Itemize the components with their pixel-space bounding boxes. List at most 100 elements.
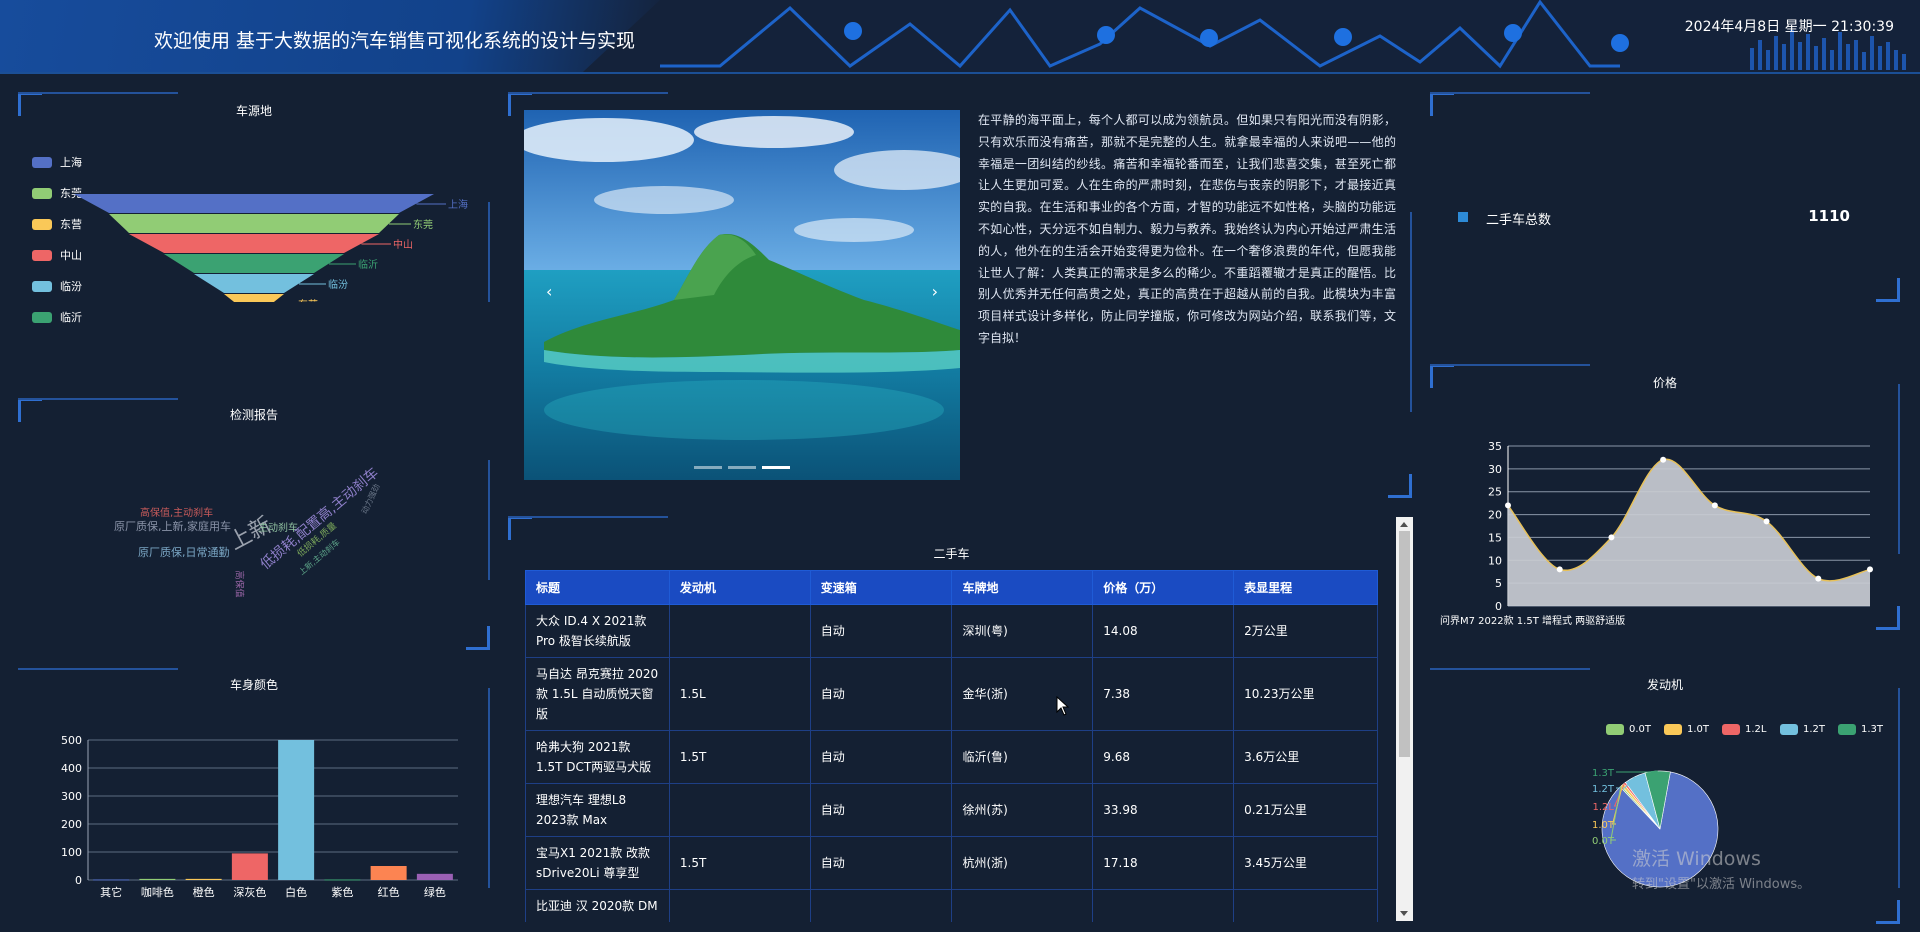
table-cell: 自动 (809, 836, 953, 890)
bar[interactable] (231, 853, 268, 880)
table-cell: 10.23万公里 (1233, 657, 1378, 731)
table-cell: 马自达 昂克赛拉 2020款 1.5L 自动质悦天窗版 (525, 657, 670, 731)
bar[interactable] (416, 873, 453, 880)
table-header-cell[interactable]: 变速箱 (809, 570, 953, 605)
bar[interactable] (324, 879, 361, 881)
scroll-up-arrow-icon[interactable] (1400, 522, 1408, 527)
y-tick-label: 15 (1488, 531, 1502, 544)
price-point[interactable] (1763, 518, 1770, 525)
price-point[interactable] (1660, 456, 1667, 463)
price-point[interactable] (1815, 575, 1822, 582)
report-panel: 检测报告 高保值,主动刹车 原厂质保,上新,家庭用车 上新 主动刹车 原厂质保,日常通勤… (18, 398, 490, 650)
report-panel-title: 检测报告 (229, 408, 278, 422)
y-tick-label: 200 (61, 818, 82, 831)
funnel-segment[interactable] (129, 234, 379, 253)
funnel-label: 东莞 (413, 218, 433, 231)
carousel-indicator[interactable] (728, 466, 756, 469)
price-point[interactable] (1505, 502, 1511, 509)
datetime-clock: 2024年4月8日 星期一 21:30:39 (1684, 19, 1894, 35)
carousel-next-button[interactable]: › (932, 282, 938, 301)
source-legend-item[interactable]: 临沂 (32, 309, 82, 325)
table-cell: 33.98 (1092, 783, 1235, 837)
price-point[interactable] (1867, 566, 1873, 573)
bar[interactable] (93, 879, 130, 881)
intro-paragraph: 在平静的海平面上，每个人都可以成为领航员。但如果只有阳光而没有阴影，只有欢乐而没… (978, 113, 1396, 345)
bar[interactable] (278, 740, 315, 880)
table-cell: 1.5T (668, 730, 811, 784)
funnel-segment[interactable] (109, 214, 399, 233)
table-cell: 自动 (809, 604, 953, 658)
body-color-bar-chart: 0 100 200 300 400 500 其它 咖啡色 橙色 深灰色 白色 紫色 红色 绿色 (61, 734, 458, 899)
price-point[interactable] (1608, 534, 1615, 541)
funnel-label: 中山 (393, 238, 413, 251)
source-panel: 车源地 上海东莞东营中山临汾临沂 上海东莞中山临沂临汾东营 (18, 92, 490, 324)
price-area-chart: 05101520253035 (1488, 440, 1873, 613)
used-car-table-container: 标题 发动机 变速箱 车牌地 价格（万） 表显里程 大众 ID.4 X 2021款 Pro… (525, 570, 1378, 922)
table-cell: 14.08 (1092, 604, 1235, 658)
y-tick-label: 400 (61, 762, 82, 775)
pie-label: 1.2T (1592, 784, 1615, 795)
x-tick-label: 红色 (378, 885, 400, 899)
y-tick-label: 100 (61, 846, 82, 859)
carousel-indicators (694, 466, 790, 469)
table-cell: 深圳(粤) (951, 604, 1094, 658)
table-header-cell[interactable]: 价格（万） (1092, 570, 1235, 605)
scroll-down-arrow-icon[interactable] (1400, 911, 1408, 916)
carousel-prev-button[interactable]: ‹ (546, 282, 552, 301)
pie-label: 1.0T (1592, 820, 1615, 831)
table-row[interactable]: 马自达 昂克赛拉 2020款 1.5L 自动质悦天窗版 1.5L 自动 金华(浙) 7.… (525, 657, 1378, 731)
bar[interactable] (185, 878, 222, 880)
header-bar: 欢迎使用 基于大数据的汽车销售可视化系统的设计与实现 2024年4月8日 星期一… (0, 0, 1920, 74)
table-cell: 哈弗大狗 2021款 1.5T DCT两驱马犬版 (525, 730, 670, 784)
table-cell: 2万公里 (1233, 604, 1378, 658)
scroll-thumb[interactable] (1399, 531, 1410, 757)
pie-label: 1.3T (1592, 768, 1615, 779)
price-point[interactable] (1556, 566, 1563, 573)
funnel-segment[interactable] (164, 254, 344, 273)
watermark-subtitle: 转到"设置"以激活 Windows。 (1632, 877, 1811, 892)
legend-label: 临沂 (60, 311, 82, 324)
image-carousel[interactable]: ‹ › (524, 110, 960, 480)
table-cell: 3.6万公里 (1233, 730, 1378, 784)
table-row[interactable]: 理想汽车 理想L8 2023款 Max 自动 徐州(苏) 33.98 0.21万公里 (525, 783, 1378, 837)
y-tick-label: 20 (1488, 509, 1502, 522)
table-row[interactable]: 宝马X1 2021款 改款 sDrive20Li 尊享型 1.5T 自动 杭州(浙) 1… (525, 836, 1378, 890)
table-cell (668, 889, 811, 922)
table-row[interactable]: 大众 ID.4 X 2021款 Pro 极智长续航版 自动 深圳(粤) 14.08 2万… (525, 604, 1378, 658)
table-row[interactable]: 哈弗大狗 2021款 1.5T DCT两驱马犬版 1.5T 自动 临沂(鲁) 9.68 3… (525, 730, 1378, 784)
bar[interactable] (139, 878, 176, 880)
table-cell: 9.68 (1092, 730, 1235, 784)
y-tick-label: 5 (1495, 577, 1502, 590)
wordcloud-word: 原厂质保,上新,家庭用车 (114, 520, 231, 533)
carousel-indicator[interactable] (694, 466, 722, 469)
wordcloud-word: 高保值,主动刹车 (140, 508, 214, 519)
table-header-cell[interactable]: 标题 (525, 570, 670, 605)
funnel-segment[interactable] (194, 274, 314, 293)
table-header-cell[interactable]: 表显里程 (1233, 570, 1378, 605)
funnel-segment[interactable] (224, 294, 284, 302)
source-funnel-chart: 上海东莞中山临沂临汾东营 (74, 194, 468, 302)
mouse-cursor-icon (1056, 696, 1070, 716)
y-tick-label: 30 (1488, 463, 1502, 476)
bar[interactable] (370, 866, 407, 880)
table-cell: 3.45万公里 (1233, 836, 1378, 890)
y-tick-label: 300 (61, 790, 82, 803)
x-tick-label: 咖啡色 (141, 885, 174, 899)
y-tick-label: 35 (1488, 440, 1502, 453)
table-scrollbar[interactable] (1396, 517, 1413, 921)
table-cell: 1.5L (668, 657, 811, 731)
used-car-table: 标题 发动机 变速箱 车牌地 价格（万） 表显里程 大众 ID.4 X 2021款 Pro… (525, 570, 1378, 922)
windows-activation-watermark: 激活 Windows 转到"设置"以激活 Windows。 (1632, 844, 1810, 892)
table-cell: 宝马X1 2021款 改款 sDrive20Li 尊享型 (525, 836, 670, 890)
carousel-indicator-active[interactable] (762, 466, 790, 469)
table-header-cell[interactable]: 车牌地 (951, 570, 1094, 605)
y-tick-label: 0 (75, 874, 82, 887)
table-cell: 大众 ID.4 X 2021款 Pro 极智长续航版 (525, 604, 670, 658)
table-cell (809, 889, 953, 922)
price-point[interactable] (1711, 502, 1718, 509)
table-row[interactable]: 比亚迪 汉 2020款 DM (525, 889, 1378, 922)
funnel-segment[interactable] (74, 194, 434, 213)
table-header-cell[interactable]: 发动机 (668, 570, 811, 605)
funnel-label: 临沂 (358, 258, 378, 271)
table-cell (1092, 889, 1235, 922)
